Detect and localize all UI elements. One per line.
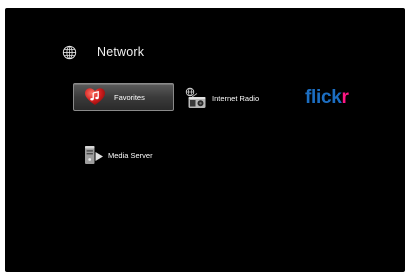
menu-item-flickr[interactable]: flickr — [305, 85, 349, 109]
menu-item-media-server[interactable]: Media Server — [84, 143, 153, 167]
menu-item-label: Internet Radio — [212, 93, 260, 103]
media-server-icon — [84, 144, 104, 166]
flickr-logo: flickr — [305, 86, 349, 108]
radio-icon — [185, 87, 207, 109]
globe-icon — [62, 45, 77, 60]
page-title: Network — [97, 45, 145, 59]
menu-item-internet-radio[interactable]: Internet Radio — [185, 86, 259, 110]
network-screen: Network Favorites Internet Radio flickr … — [5, 8, 405, 272]
menu-item-favorites[interactable]: Favorites — [73, 83, 174, 111]
screen-header: Network — [62, 42, 144, 62]
heart-music-icon — [85, 88, 105, 106]
menu-item-label: Favorites — [114, 92, 145, 102]
menu-item-label: Media Server — [108, 150, 153, 160]
